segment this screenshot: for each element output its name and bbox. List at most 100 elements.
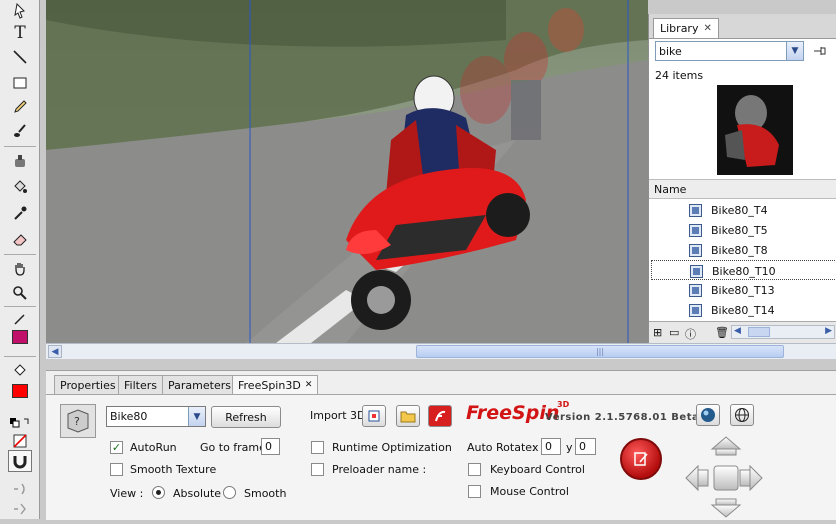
folder-icon[interactable] [396,405,420,427]
scroll-right-button[interactable]: ▶ [825,326,832,336]
library-item-label: Bike80_T10 [712,265,776,278]
scroll-left-button[interactable]: ◀ [48,345,62,358]
runtime-optimization-checkbox[interactable] [311,441,324,454]
line-icon[interactable] [8,46,32,68]
auto-rotate-y-input[interactable]: 0 [575,438,596,455]
keyboard-control-checkbox[interactable] [468,463,481,476]
smooth-icon[interactable] [8,478,32,500]
tab-properties[interactable]: Properties [54,375,122,394]
rectangle-icon[interactable] [8,72,32,94]
tab-freespin3d[interactable]: FreeSpin3D ✕ [232,375,319,394]
edit-round-button[interactable] [620,438,662,480]
library-item-label: Bike80_T8 [711,244,768,257]
freespin-logo-sup: 3D [557,400,570,409]
autorun-checkbox[interactable]: ✓ [110,441,123,454]
library-footer: ⊞ ▭ ⓘ 🗑 ◀ ▶ [649,321,836,343]
no-color-icon[interactable] [8,430,32,452]
ink-bottle-icon[interactable] [8,150,32,172]
chevron-down-icon[interactable]: ▼ [188,407,205,426]
mouse-control-checkbox[interactable] [468,485,481,498]
zoom-icon[interactable] [8,282,32,304]
scroll-thumb[interactable] [748,327,770,337]
library-document-select[interactable]: bike ▼ [655,41,804,61]
view-smooth-radio[interactable] [223,486,236,499]
arrow-right-icon [739,464,763,492]
import-model-button[interactable] [362,405,386,427]
library-tab-label: Library [660,22,699,35]
refresh-button-label: Refresh [225,410,267,424]
library-item[interactable]: Bike80_T4 [651,200,836,220]
goto-frame-input[interactable]: 0 [261,438,280,455]
snap-magnet-icon[interactable] [8,450,32,472]
auto-rotate-x-input[interactable]: 0 [541,438,561,455]
tab-label: Filters [124,378,157,392]
tab-label: FreeSpin3D [238,378,301,392]
arrow-down-icon [710,498,742,518]
close-icon[interactable]: ✕ [703,23,711,34]
globe-icon[interactable] [730,404,754,426]
eyedropper-icon[interactable] [8,202,32,224]
stroke-color-swatch[interactable] [12,330,28,344]
arrow-up-icon [710,436,742,456]
scroll-thumb[interactable]: ||| [416,345,784,358]
brush-icon[interactable] [8,120,32,142]
movieclip-icon [689,244,702,257]
pin-icon[interactable] [811,43,829,59]
smooth-texture-label: Smooth Texture [130,463,217,476]
autorun-label: AutoRun [130,441,177,454]
movieclip-icon [689,204,702,217]
library-document-value: bike [659,44,682,58]
hand-icon[interactable] [8,258,32,280]
tab-library[interactable]: Library ✕ [653,18,719,38]
tab-label: Parameters [168,378,231,392]
library-item-label: Bike80_T14 [711,304,775,317]
paint-bucket-icon[interactable] [8,176,32,198]
view-absolute-label: Absolute [173,487,222,500]
library-horizontal-scrollbar[interactable]: ◀ ▶ [731,325,835,339]
model-select[interactable]: Bike80 ▼ [106,406,206,427]
movieclip-icon [689,284,702,297]
library-item[interactable]: Bike80_T13 [651,280,836,300]
library-item-selected[interactable]: Bike80_T10 [651,260,836,280]
chevron-down-icon[interactable]: ▼ [786,42,803,60]
smooth-texture-checkbox[interactable] [110,463,123,476]
subselect-icon[interactable] [8,0,32,22]
fill-color-swatch[interactable] [12,384,28,398]
library-column-header[interactable]: Name [649,179,836,199]
close-icon[interactable]: ✕ [305,380,313,390]
motorcycle-photo [46,0,648,343]
trash-icon[interactable]: 🗑 [715,326,729,339]
auto-rotate-label: Auto Rotate: [467,441,536,454]
rotation-navigation-pad [684,435,764,521]
properties-icon[interactable]: ⓘ [685,326,696,342]
refresh-button[interactable]: Refresh [211,406,281,428]
eraser-icon[interactable] [8,228,32,250]
library-item[interactable]: Bike80_T14 [651,300,836,320]
tab-parameters[interactable]: Parameters [162,375,237,394]
tab-label: Properties [60,378,116,392]
new-folder-icon[interactable]: ▭ [669,326,679,339]
preloader-checkbox[interactable] [311,463,324,476]
fill-color-icon [8,360,32,382]
view-absolute-radio[interactable] [152,486,165,499]
keyboard-control-label: Keyboard Control [490,463,585,476]
new-symbol-icon[interactable]: ⊞ [653,326,662,339]
library-item[interactable]: Bike80_T5 [651,220,836,240]
tab-filters[interactable]: Filters [118,375,163,394]
y-label: y [566,441,573,454]
sphere-icon[interactable] [696,404,720,426]
text-icon[interactable]: T [8,22,32,44]
library-item[interactable]: Bike80_T8 [651,240,836,260]
stroke-color-icon [8,308,32,330]
stage-horizontal-scrollbar[interactable]: ◀ ||| [46,343,836,359]
pencil-icon[interactable] [8,96,32,118]
movieclip-icon [689,224,702,237]
scroll-left-button[interactable]: ◀ [734,326,741,336]
stage-canvas[interactable] [46,0,648,343]
straighten-icon[interactable] [8,498,32,520]
import-3d-label: Import 3D [310,409,366,422]
library-item-count: 24 items [655,69,704,82]
library-panel: Library ✕ bike ▼ 24 items Name Bike80_T4… [648,14,836,343]
tools-panel: T [0,0,40,519]
flash-export-icon[interactable] [428,405,452,427]
